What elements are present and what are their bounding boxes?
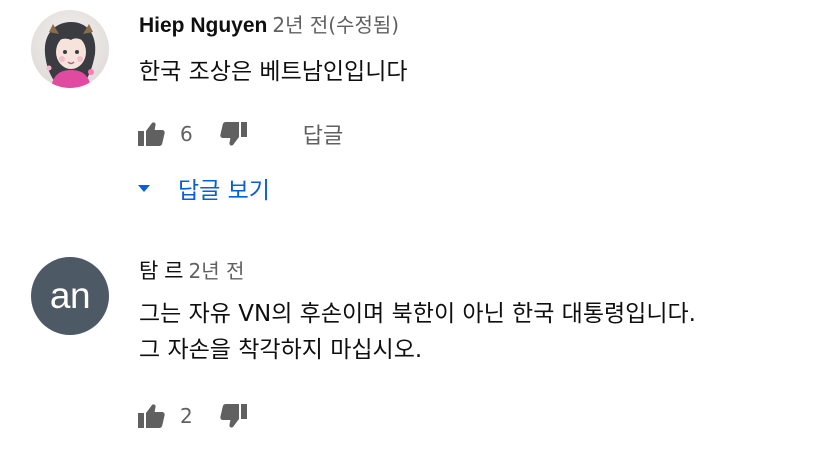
timestamp[interactable]: 2년 전: [188, 259, 244, 283]
author-name[interactable]: Hiep Nguyen: [139, 14, 267, 37]
profile-photo-icon: [44, 22, 96, 88]
comment-header: 탐 르 2년 전: [139, 256, 244, 286]
dislike-button[interactable]: [219, 401, 249, 431]
avatar[interactable]: [31, 10, 109, 88]
like-count: 6: [180, 122, 193, 146]
avatar[interactable]: an: [31, 257, 109, 335]
like-button[interactable]: [136, 119, 166, 149]
view-replies-label: 답글 보기: [178, 178, 270, 204]
thumbs-down-icon: [220, 404, 247, 428]
like-count: 2: [180, 404, 193, 428]
like-button[interactable]: [136, 401, 166, 431]
comment-header: Hiep Nguyen 2년 전(수정됨): [139, 10, 399, 40]
thumbs-up-icon: [138, 404, 165, 428]
thumbs-down-icon: [220, 122, 247, 146]
comment-actions: 2: [136, 400, 249, 432]
comment-text: 그는 자유 VN의 후손이며 북한이 아닌 한국 대통령입니다. 그 자손을 착…: [139, 301, 696, 363]
thumbs-up-icon: [138, 122, 165, 146]
timestamp[interactable]: 2년 전(수정됨): [272, 13, 399, 37]
view-replies-button[interactable]: 답글 보기: [136, 170, 270, 206]
caret-down-icon: [138, 184, 150, 192]
author-name[interactable]: 탐 르: [139, 260, 183, 283]
comment-text: 한국 조상은 베트남인입니다: [139, 59, 408, 85]
comment-actions: 6 답글: [136, 118, 343, 150]
reply-button[interactable]: 답글: [303, 118, 343, 150]
dislike-button[interactable]: [219, 119, 249, 149]
